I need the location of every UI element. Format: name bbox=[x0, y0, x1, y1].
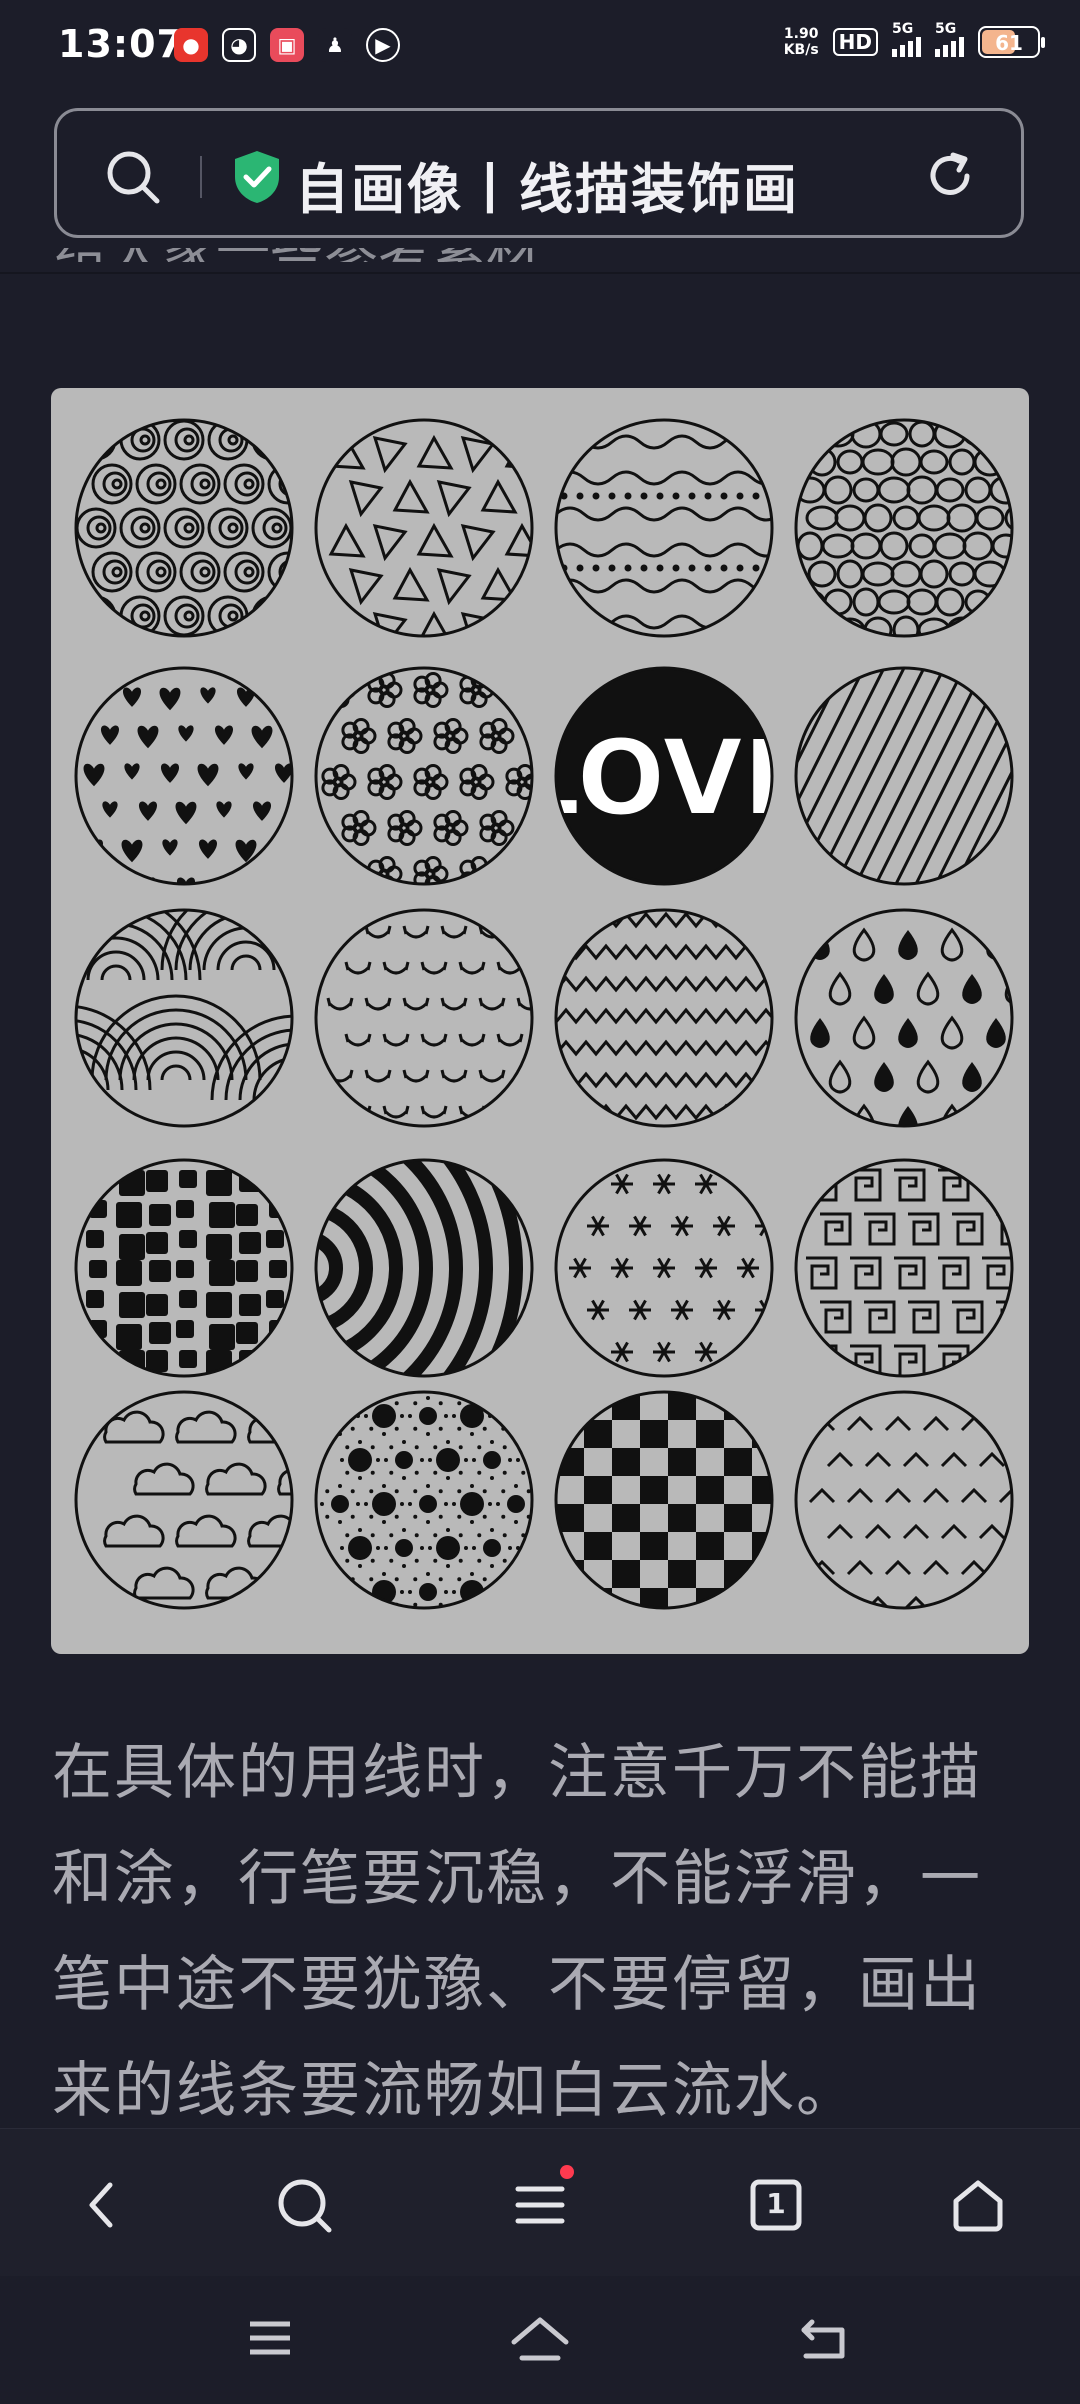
asterisks-pattern-circle bbox=[554, 1158, 774, 1378]
shield-check-icon bbox=[232, 149, 282, 209]
menu-badge bbox=[560, 2165, 574, 2179]
article-paragraph: 在具体的用线时，注意千万不能描和涂，行笔要沉稳，不能浮滑，一笔中途不要犹豫、不要… bbox=[52, 1738, 982, 2126]
app-icon: ▣ bbox=[270, 28, 304, 62]
qq-icon: ♟ bbox=[318, 28, 352, 62]
tab-count: 1 bbox=[766, 2187, 786, 2220]
triangles-pattern-circle bbox=[314, 418, 534, 638]
notification-icons: ● ◕ ▣ ♟ ▶ bbox=[174, 28, 400, 62]
address-bar[interactable]: 自画像丨线描装饰画 bbox=[54, 108, 1024, 238]
tabs-icon[interactable]: 1 bbox=[746, 2175, 806, 2235]
search-icon[interactable] bbox=[105, 149, 161, 209]
love-lettering-pattern-circle: LOVE bbox=[514, 666, 814, 886]
pattern-reference-image[interactable]: LOVE bbox=[51, 388, 1029, 1654]
sim2-label: 5G bbox=[935, 21, 957, 37]
hd-badge: HD bbox=[832, 28, 878, 56]
pebbles-pattern-circle bbox=[794, 418, 1014, 638]
battery-indicator: 61 bbox=[978, 26, 1045, 58]
video-icon: ▶ bbox=[366, 28, 400, 62]
address-divider bbox=[200, 156, 202, 198]
zigzags-pattern-circle bbox=[554, 908, 774, 1128]
browser-toolbar: 1 bbox=[0, 2128, 1080, 2277]
net-speed-value: 1.90 bbox=[783, 26, 819, 42]
status-bar: 13:07 ● ◕ ▣ ♟ ▶ 1.90 KB/s HD 5G 5G 61 bbox=[0, 0, 1080, 95]
smiles-pattern-circle bbox=[314, 908, 534, 1128]
home-icon[interactable] bbox=[948, 2175, 1008, 2235]
system-back-icon[interactable] bbox=[798, 2316, 850, 2366]
wechat-icon: ◕ bbox=[222, 28, 256, 62]
spirals-pattern-circle bbox=[74, 418, 294, 638]
love-lettering: LOVE bbox=[514, 717, 814, 839]
signal-sim1: 5G bbox=[892, 21, 921, 57]
reload-icon[interactable] bbox=[923, 149, 977, 207]
header-separator bbox=[0, 272, 1080, 274]
chevrons-pattern-circle bbox=[794, 1390, 1014, 1610]
waves-dots-pattern-circle bbox=[554, 418, 774, 638]
back-icon[interactable] bbox=[72, 2175, 132, 2235]
system-navigation-bar bbox=[0, 2276, 1080, 2404]
battery-percent: 61 bbox=[995, 31, 1023, 55]
menu-icon[interactable] bbox=[510, 2165, 574, 2235]
square-spirals-pattern-circle bbox=[794, 1158, 1014, 1378]
checkerboard-pattern-circle bbox=[554, 1390, 774, 1610]
net-speed-unit: KB/s bbox=[783, 42, 819, 58]
status-time: 13:07 bbox=[58, 22, 184, 66]
dots-circles-pattern-circle bbox=[314, 1390, 534, 1610]
hearts-pattern-circle bbox=[74, 666, 294, 886]
squares-pattern-circle bbox=[74, 1158, 294, 1378]
weibo-icon: ● bbox=[174, 28, 208, 62]
clouds-pattern-circle bbox=[74, 1390, 294, 1610]
sim1-label: 5G bbox=[892, 21, 914, 37]
page-title[interactable]: 自画像丨线描装饰画 bbox=[295, 145, 799, 224]
raindrops-pattern-circle bbox=[794, 908, 1014, 1128]
search-icon[interactable] bbox=[274, 2175, 334, 2235]
flowers-pattern-circle bbox=[314, 666, 534, 886]
system-home-icon[interactable] bbox=[510, 2316, 570, 2368]
net-speed: 1.90 KB/s bbox=[784, 26, 819, 58]
signal-sim2: 5G bbox=[935, 21, 964, 57]
recent-apps-icon[interactable] bbox=[246, 2316, 294, 2364]
